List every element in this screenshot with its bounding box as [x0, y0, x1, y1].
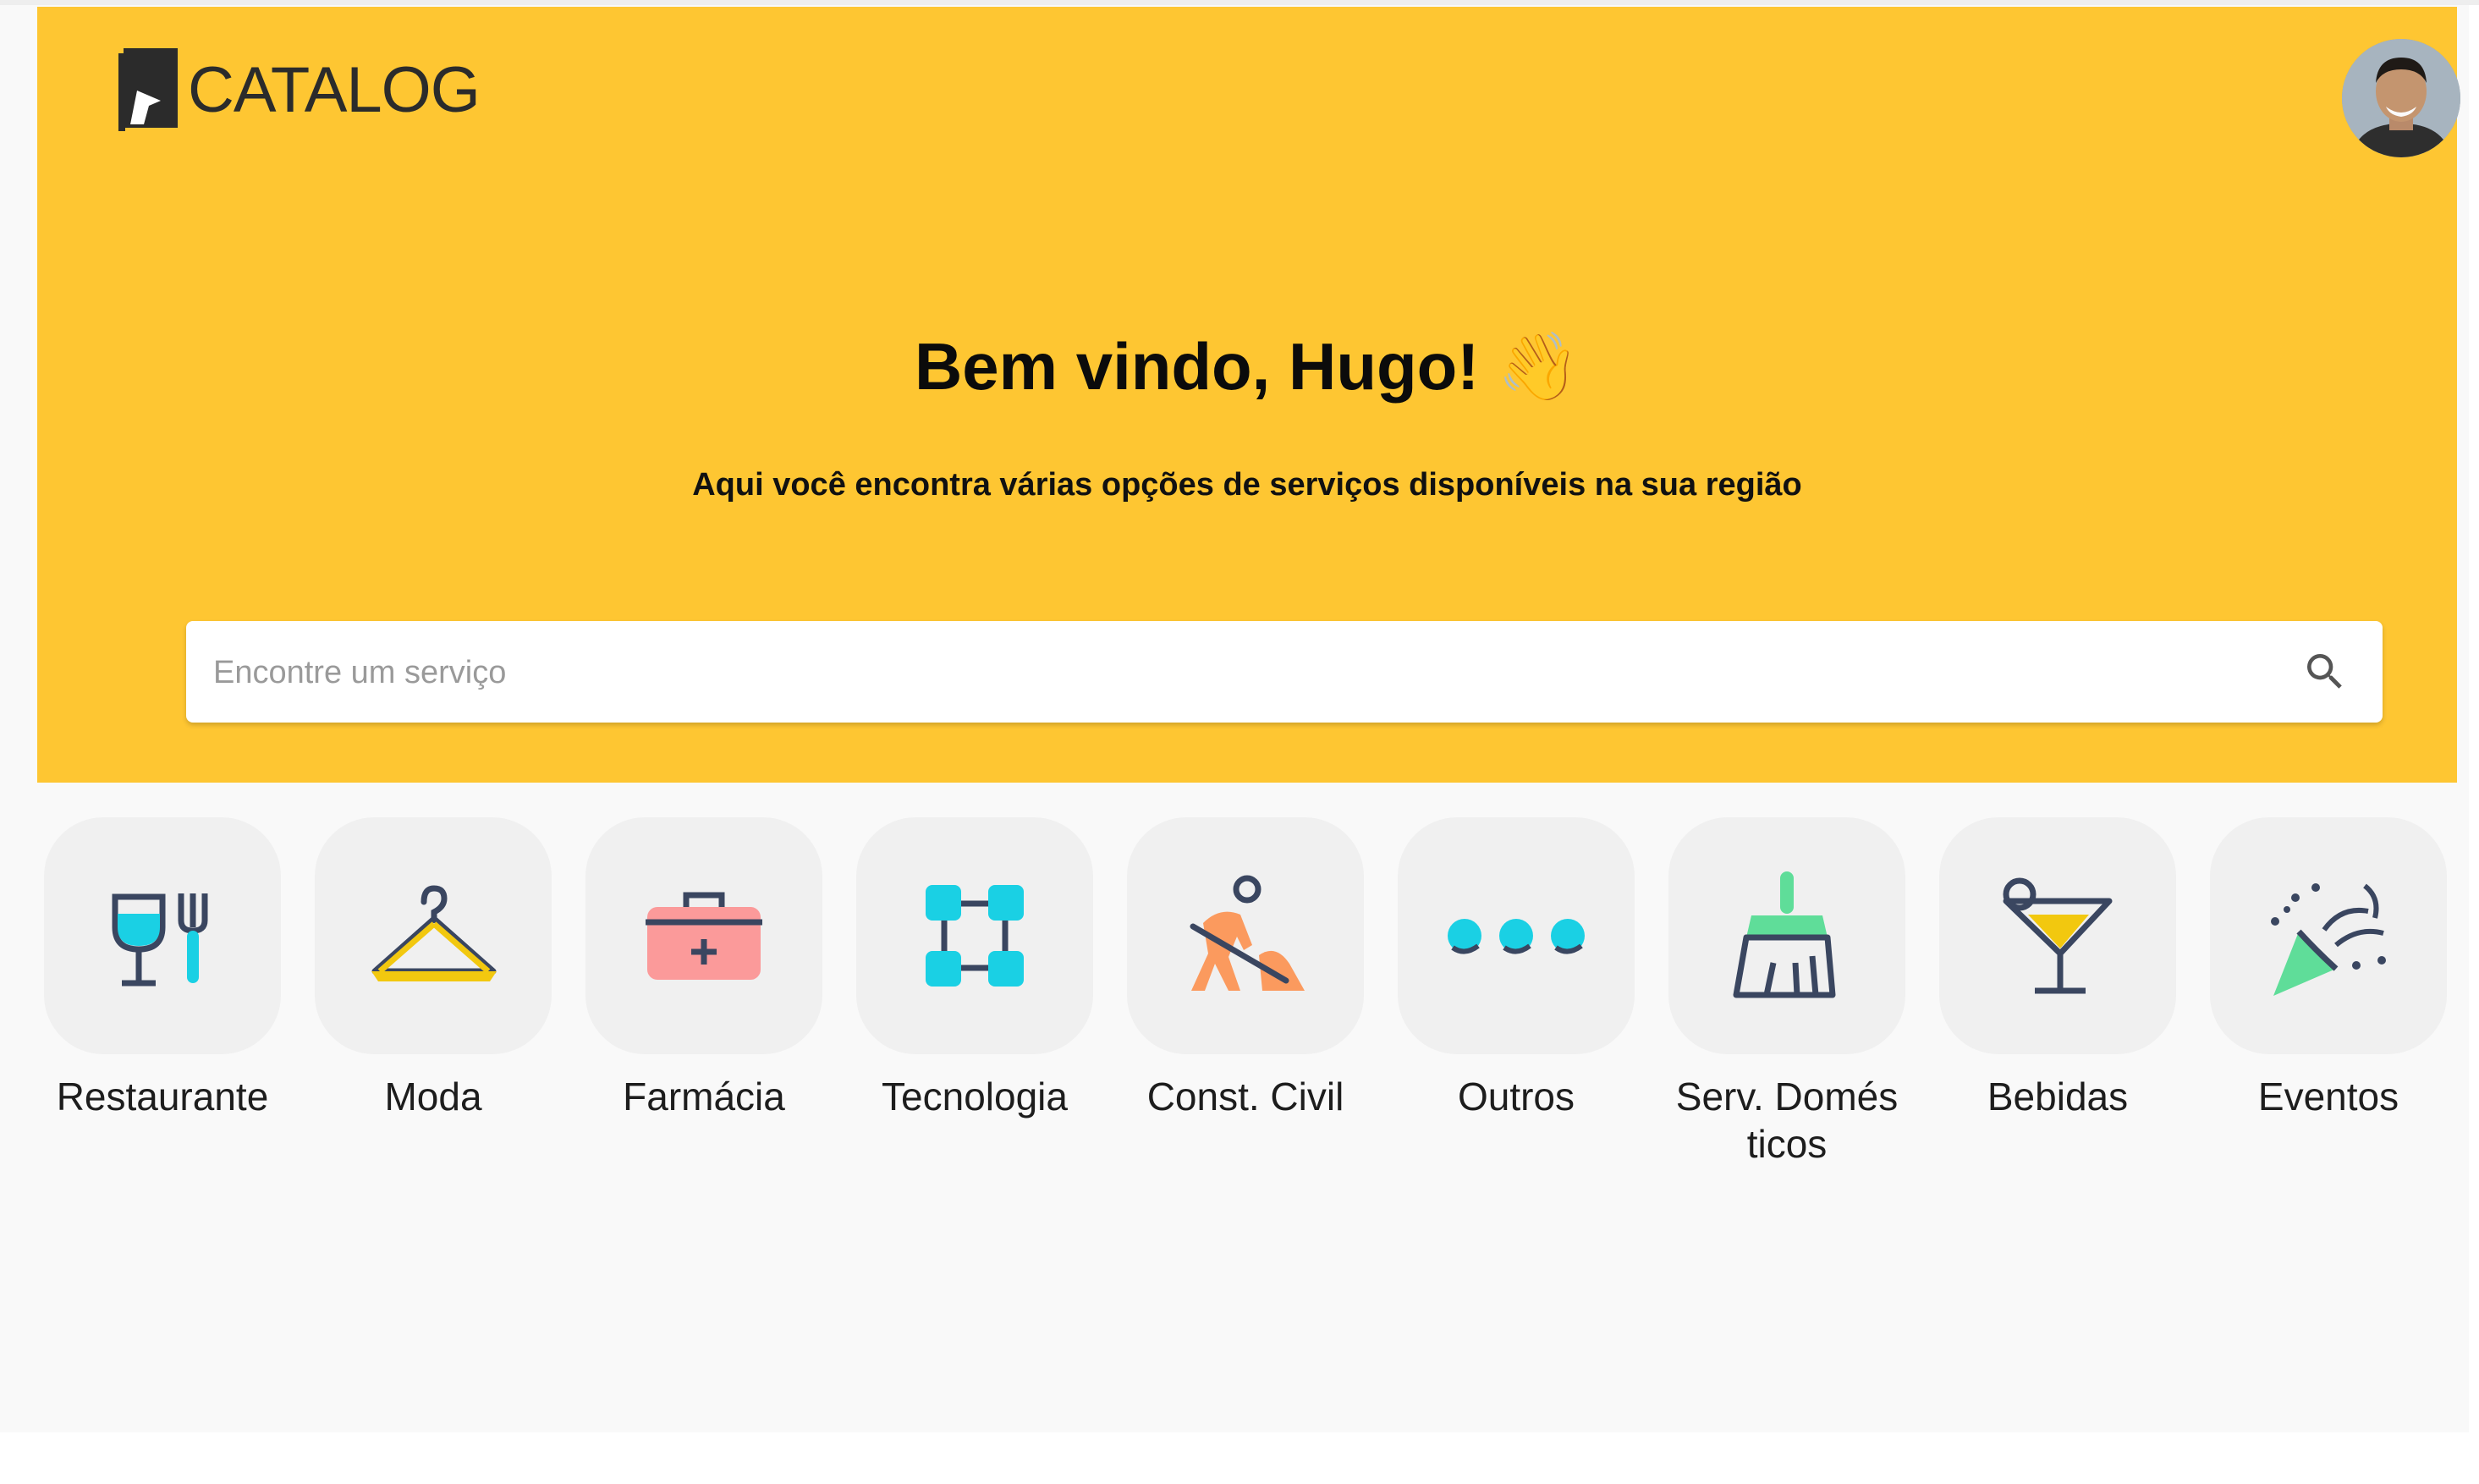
- search-bar: [186, 621, 2383, 724]
- category-moda[interactable]: Moda: [315, 817, 552, 1120]
- category-label: Eventos: [2257, 1075, 2399, 1118]
- welcome-title: Bem vindo, Hugo! 👋: [914, 329, 1580, 404]
- category-tile[interactable]: [1127, 817, 1364, 1054]
- restaurant-icon: [112, 893, 208, 987]
- top-border: [0, 0, 2479, 5]
- category-tile[interactable]: [1939, 817, 2176, 1054]
- user-avatar-image: [2342, 39, 2460, 157]
- category-eventos[interactable]: Eventos: [2210, 817, 2447, 1120]
- broom-icon: [1733, 871, 1836, 998]
- category-label: Const. Civil: [1146, 1075, 1344, 1118]
- category-label: Bebidas: [1987, 1075, 2129, 1118]
- category-tile[interactable]: [2210, 817, 2447, 1054]
- category-bebidas[interactable]: Bebidas: [1939, 817, 2176, 1120]
- category-tecnologia[interactable]: Tecnologia: [856, 817, 1093, 1120]
- construction-worker-icon: [1190, 875, 1305, 991]
- category-tile[interactable]: [1398, 817, 1635, 1054]
- category-list: Restaurante Moda Farmácia Tecnologia Con…: [44, 817, 2464, 1173]
- category-label: Outros: [1457, 1075, 1575, 1118]
- hero-banner: CATALOG Bem vindo, Hugo! 👋 Aqui você enc…: [37, 7, 2460, 783]
- category-farmacia[interactable]: Farmácia: [585, 817, 822, 1120]
- category-tile[interactable]: [44, 817, 281, 1054]
- logo[interactable]: CATALOG: [118, 46, 481, 134]
- category-label: Tecnologia: [882, 1075, 1068, 1118]
- category-label: Moda: [384, 1075, 482, 1118]
- category-label: Farmácia: [623, 1075, 785, 1118]
- category-tile[interactable]: [1668, 817, 1905, 1054]
- category-tile[interactable]: [315, 817, 552, 1054]
- category-outros[interactable]: Outros: [1398, 817, 1635, 1120]
- category-label: Restaurante: [56, 1075, 269, 1118]
- category-const-civil[interactable]: Const. Civil: [1127, 817, 1364, 1120]
- search-icon[interactable]: [2301, 648, 2349, 695]
- logo-text: CATALOG: [188, 53, 481, 126]
- category-serv-domesticos[interactable]: Serv. Domés ticos: [1668, 817, 1905, 1168]
- welcome-subtitle: Aqui você encontra várias opções de serv…: [692, 467, 1802, 503]
- category-label: Serv. Domés ticos: [1675, 1075, 1899, 1166]
- hanger-icon: [371, 885, 497, 981]
- category-tile[interactable]: [856, 817, 1093, 1054]
- category-tile[interactable]: [585, 817, 822, 1054]
- cocktail-icon: [2003, 877, 2113, 994]
- network-nodes-icon: [926, 885, 1024, 987]
- first-aid-kit-icon: [646, 892, 762, 980]
- user-avatar[interactable]: [2342, 39, 2460, 157]
- search-input[interactable]: [212, 621, 2288, 724]
- category-restaurante[interactable]: Restaurante: [44, 817, 281, 1120]
- more-dots-icon: [1448, 919, 1585, 954]
- party-popper-icon: [2271, 883, 2386, 996]
- catalog-logo-icon: [118, 48, 178, 131]
